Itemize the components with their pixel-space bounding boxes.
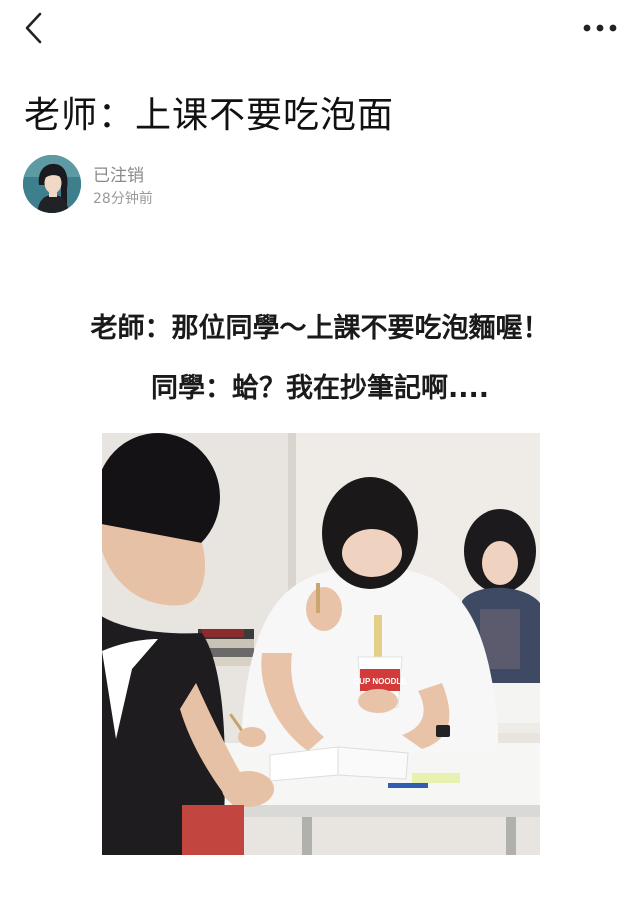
more-button[interactable] — [578, 14, 622, 42]
avatar[interactable] — [23, 155, 81, 213]
article-title: 老师：上课不要吃泡面 — [24, 95, 395, 136]
author-name[interactable]: 已注销 — [93, 161, 144, 186]
caption-line-1: 老師：那位同學～上課不要吃泡麵喔！ — [90, 313, 550, 344]
meme-photo[interactable]: CUP NOODLE — [102, 433, 540, 855]
top-bar — [0, 0, 640, 62]
article-page: 老师：上课不要吃泡面 已注销 28分钟前 老師：那位同學～上課不要吃泡麵喔！ 同… — [0, 0, 640, 900]
back-button[interactable] — [16, 8, 56, 48]
more-dots-icon — [583, 24, 617, 32]
back-chevron-icon — [25, 12, 42, 44]
caption-line-2: 同學：蛤？我在抄筆記啊.... — [150, 373, 490, 404]
classroom-illustration: CUP NOODLE — [102, 433, 540, 855]
post-time: 28分钟前 — [93, 191, 153, 207]
cup-label: CUP NOODLE — [353, 677, 407, 686]
author-row[interactable]: 已注销 28分钟前 — [23, 155, 423, 215]
avatar-image — [23, 155, 81, 213]
